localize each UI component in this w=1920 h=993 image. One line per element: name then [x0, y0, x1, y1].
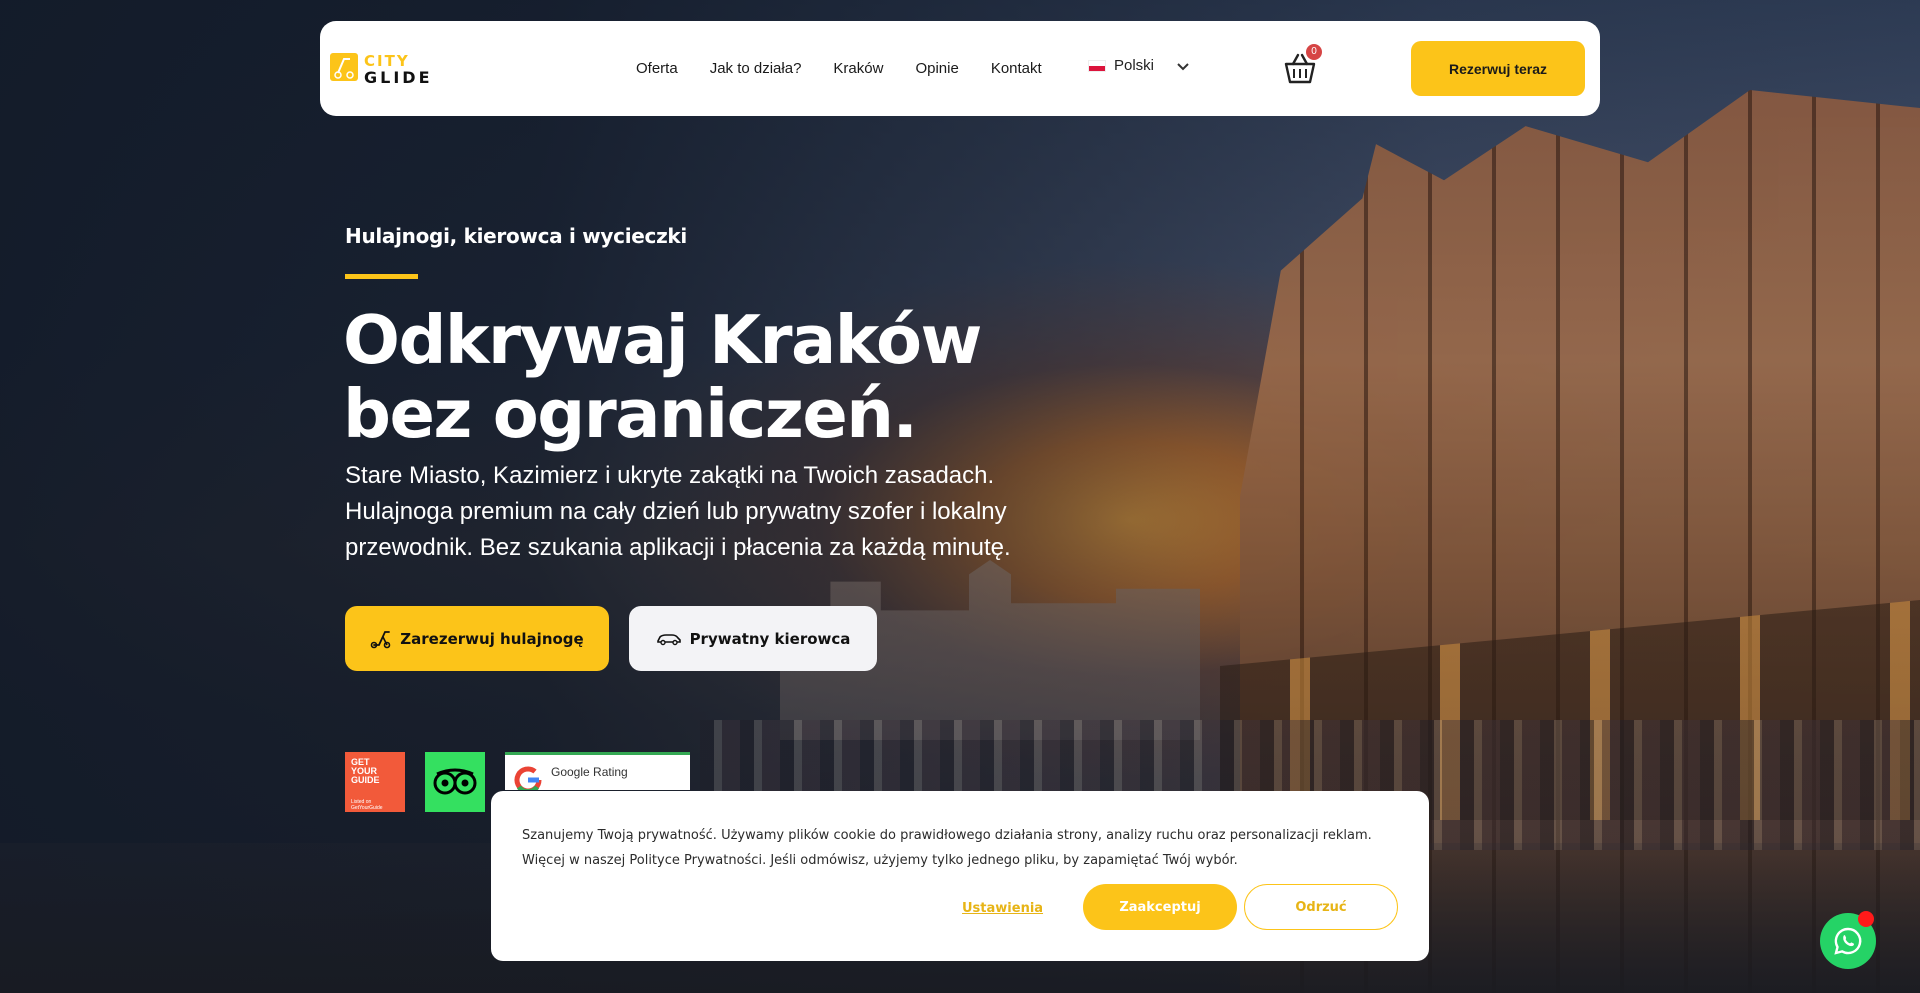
cookie-consent-banner: Szanujemy Twoją prywatność. Używamy plik…	[491, 791, 1429, 961]
google-rating-badge[interactable]: Google Rating	[505, 752, 690, 790]
private-driver-button[interactable]: Prywatny kierowca	[629, 606, 877, 671]
pl-flag-icon	[1088, 59, 1106, 72]
getyourguide-badge[interactable]: GET YOUR GUIDE Listed on GetYourGuide	[345, 752, 405, 812]
notification-dot	[1858, 911, 1874, 927]
nav-item-oferta[interactable]: Oferta	[636, 60, 678, 77]
cookie-text: Szanujemy Twoją prywatność. Używamy plik…	[522, 828, 1372, 868]
google-rating-label: Google Rating	[551, 765, 628, 779]
book-scooter-button[interactable]: Zarezerwuj hulajnogę	[345, 606, 609, 671]
cookie-reject-button[interactable]: Odrzuć	[1244, 884, 1398, 930]
chevron-down-icon	[1177, 62, 1189, 70]
nav-item-kontakt[interactable]: Kontakt	[991, 60, 1042, 77]
headline-line-2: bez ograniczeń.	[343, 375, 918, 453]
book-scooter-label: Zarezerwuj hulajnogę	[400, 629, 584, 648]
cart-count-badge: 0	[1306, 44, 1322, 60]
headline-line-1: Odkrywaj Kraków	[343, 301, 982, 379]
nav-item-jak-to-dziala[interactable]: Jak to działa?	[710, 60, 802, 77]
site-header: CITY GLIDE Oferta Jak to działa? Kraków …	[320, 21, 1600, 116]
private-driver-label: Prywatny kierowca	[689, 629, 851, 648]
hero-eyebrow: Hulajnogi, kierowca i wycieczki	[345, 224, 687, 248]
nav-item-krakow[interactable]: Kraków	[833, 60, 883, 77]
google-g-icon	[514, 766, 542, 790]
main-nav: Oferta Jak to działa? Kraków Opinie Kont…	[636, 21, 1074, 116]
tripadvisor-owl-icon	[433, 768, 477, 795]
tripadvisor-badge[interactable]	[425, 752, 485, 812]
language-label: Polski	[1114, 57, 1155, 74]
nav-item-opinie[interactable]: Opinie	[915, 60, 958, 77]
gyg-small-text: Listed on GetYourGuide	[351, 799, 383, 811]
hero-headline: Odkrywaj Kraków bez ograniczeń.	[343, 303, 1043, 451]
car-icon	[656, 632, 682, 646]
language-switcher[interactable]: Polski	[1088, 57, 1190, 74]
gyg-line-3: GUIDE	[351, 775, 380, 785]
cookie-accept-button[interactable]: Zaakceptuj	[1083, 884, 1237, 930]
logo-text-bottom: GLIDE	[364, 68, 433, 85]
book-now-button[interactable]: Rezerwuj teraz	[1411, 41, 1585, 96]
hero-subtitle: Stare Miasto, Kazimierz i ukryte zakątki…	[345, 462, 1011, 561]
city-glide-logo[interactable]: CITY GLIDE	[330, 51, 470, 85]
eyebrow-accent-line	[345, 274, 418, 279]
scooter-icon	[370, 629, 392, 649]
whatsapp-icon	[1834, 927, 1862, 955]
cookie-settings-button[interactable]: Ustawienia	[962, 898, 1043, 918]
